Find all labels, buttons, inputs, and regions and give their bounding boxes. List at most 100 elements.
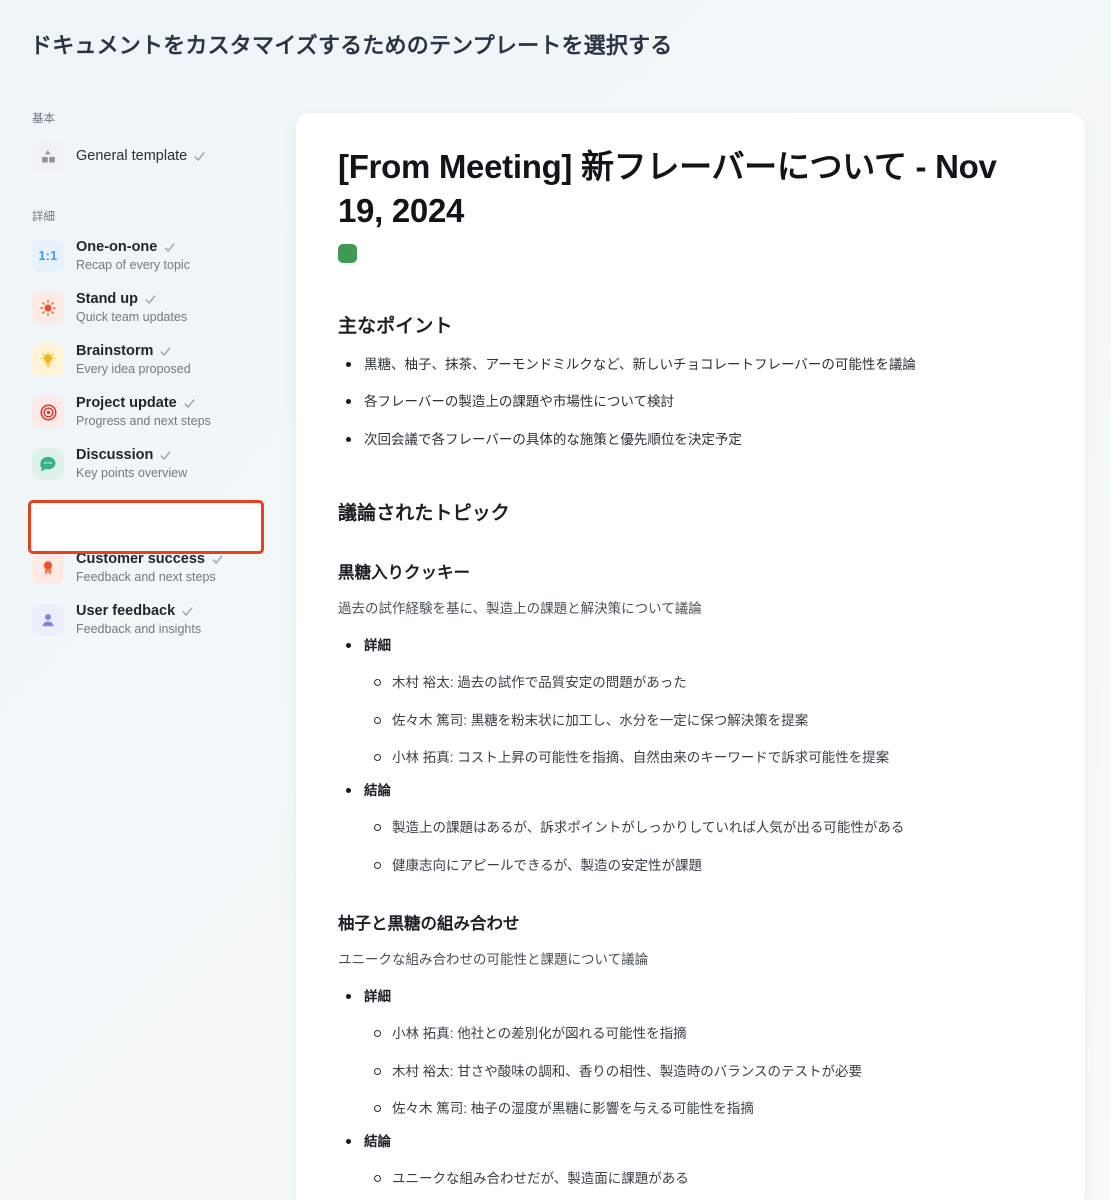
topic-item: 小林 拓真: コスト上昇の可能性を指摘、自然由来のキーワードで訴求可能性を提案 <box>364 748 1043 768</box>
topic-group-items: ユニークな組み合わせだが、製造面に課題がある <box>364 1169 1043 1189</box>
sidebar-item-title-row: Customer success <box>76 550 224 568</box>
topic-item: 佐々木 篤司: 柚子の湿度が黒糖に影響を与える可能性を指摘 <box>364 1099 1043 1119</box>
sidebar-group-label-basic: 基本 <box>32 113 55 125</box>
sidebar-item-text: Q & A Questions and answers <box>76 498 207 534</box>
topic-group-label: 詳細 <box>364 989 391 1005</box>
page-title: ドキュメントをカスタマイズするためのテンプレートを選択する <box>30 33 673 58</box>
sidebar-item-subtitle: Feedback and next steps <box>76 570 216 585</box>
check-icon <box>144 293 157 306</box>
sidebar-item-customer-success[interactable]: Customer success Feedback and next steps <box>0 542 286 594</box>
check-icon <box>159 449 172 462</box>
sidebar-item-title-row: Project update <box>76 394 211 412</box>
topic-group-items: 木村 裕太: 過去の試作で品質安定の問題があった 佐々木 篤司: 黒糖を粉末状に加… <box>364 673 1043 768</box>
sidebar-item-one-on-one[interactable]: 1:1 One-on-one Recap of every topic <box>0 230 286 282</box>
sidebar-detail-list: 1:1 One-on-one Recap of every topic Stand u… <box>0 230 296 646</box>
topic-item: 健康志向にアピールできるが、製造の安定性が課題 <box>364 856 1043 876</box>
sidebar-item-label: General template <box>76 147 188 164</box>
sidebar-item-label: User feedback <box>76 603 176 619</box>
topic-group-label: 詳細 <box>364 638 391 654</box>
key-point-text: 黒糖、柚子、抹茶、アーモンドミルクなど、新しいチョコレートフレーバーの可能性を議… <box>364 357 916 373</box>
sidebar-item-text: One-on-one Recap of every topic <box>76 238 190 274</box>
check-icon <box>211 553 224 566</box>
topic-item: 木村 裕太: 過去の試作で品質安定の問題があった <box>364 673 1043 693</box>
sidebar-item-text: Project update Progress and next steps <box>76 394 211 430</box>
check-icon <box>193 150 206 163</box>
topic-item: ユニークな組み合わせだが、製造面に課題がある <box>364 1169 1043 1189</box>
sidebar-basic-list: General template <box>0 132 296 180</box>
topic-lead: ユニークな組み合わせの可能性と課題について議論 <box>338 951 649 967</box>
sidebar-item-label: One-on-one <box>76 239 158 255</box>
document-status-badge <box>338 244 357 264</box>
document-preview-card: [From Meeting] 新フレーバーについて - Nov 19, 2024… <box>296 113 1085 1200</box>
sidebar-group-label-detail: 詳細 <box>32 211 55 223</box>
key-point-bullet: 黒糖、柚子、抹茶、アーモンドミルクなど、新しいチョコレートフレーバーの可能性を議… <box>338 355 1043 375</box>
sidebar-item-subtitle: Every idea proposed <box>76 362 191 377</box>
check-icon <box>163 241 176 254</box>
sidebar-item-project-update[interactable]: Project update Progress and next steps <box>0 386 286 438</box>
target-icon <box>32 396 64 428</box>
topic-group: 詳細木村 裕太: 過去の試作で品質安定の問題があった 佐々木 篤司: 黒糖を粉末状… <box>338 636 1043 768</box>
sidebar-item-subtitle: Feedback and insights <box>76 622 202 637</box>
sidebar-item-title-row: Q & A <box>76 498 207 516</box>
sidebar-item-title-row: Discussion <box>76 446 187 464</box>
topic-group-label: 結論 <box>364 1134 391 1150</box>
sidebar-item-label: Discussion <box>76 447 154 463</box>
key-points-list: 黒糖、柚子、抹茶、アーモンドミルクなど、新しいチョコレートフレーバーの可能性を議… <box>338 355 1043 450</box>
sidebar-item-text: Brainstorm Every idea proposed <box>76 342 191 378</box>
sidebar-item-title-row: General template <box>76 147 206 165</box>
sidebar-item-subtitle: Questions and answers <box>76 518 207 533</box>
chat-bubble-icon <box>32 448 64 480</box>
sidebar-item-brainstorm[interactable]: Brainstorm Every idea proposed <box>0 334 286 386</box>
sidebar-item-label: Customer success <box>76 551 205 567</box>
check-icon <box>159 345 172 358</box>
sidebar-item-title-row: Brainstorm <box>76 342 191 360</box>
sidebar-item-discussion[interactable]: Discussion Key points overview <box>0 438 286 490</box>
topic-title: 柚子と黒糖の組み合わせ <box>338 914 520 933</box>
topic-group: 結論製造上の課題はあるが、訴求ポイントがしっかりしていれば人気が出る可能性がある… <box>338 781 1043 876</box>
shapes-icon <box>32 140 64 172</box>
key-point-bullet: 次回会議で各フレーバーの具体的な施策と優先順位を決定予定 <box>338 430 1043 450</box>
sidebar-item-label: Q & A <box>76 499 116 515</box>
sidebar-item-title-row: Stand up <box>76 290 187 308</box>
topic-group-items: 製造上の課題はあるが、訴求ポイントがしっかりしていれば人気が出る可能性がある 健康… <box>364 818 1043 876</box>
sidebar-item-stand-up[interactable]: Stand up Quick team updates <box>0 282 286 334</box>
sidebar-item-general-template[interactable]: General template <box>0 132 286 180</box>
section-heading-topics: 議論されたトピック <box>338 502 510 524</box>
topic-item: 製造上の課題はあるが、訴求ポイントがしっかりしていれば人気が出る可能性がある <box>364 818 1043 838</box>
one-on-one-icon: 1:1 <box>32 240 64 272</box>
topic-item: 小林 拓真: 他社との差別化が図れる可能性を指摘 <box>364 1024 1043 1044</box>
user-person-icon <box>32 604 64 636</box>
check-icon <box>183 397 196 410</box>
sidebar-item-q-a[interactable]: ? Q & A Questions and answers <box>0 490 286 542</box>
topic-group-label: 結論 <box>364 783 391 799</box>
topic-group-list: 詳細小林 拓真: 他社との差別化が図れる可能性を指摘 木村 裕太: 甘さや酸味の調… <box>338 987 1043 1190</box>
sidebar-item-subtitle: Key points overview <box>76 466 188 481</box>
lightbulb-icon <box>32 344 64 376</box>
topic-title: 黒糖入りクッキー <box>338 563 470 582</box>
question-mark-icon: ? <box>32 500 64 532</box>
sidebar-item-text: Stand up Quick team updates <box>76 290 187 326</box>
topic-item: 佐々木 篤司: 黒糖を粉末状に加工し、水分を一定に保つ解決策を提案 <box>364 711 1043 731</box>
topic-group: 結論ユニークな組み合わせだが、製造面に課題がある <box>338 1132 1043 1190</box>
check-icon <box>181 605 194 618</box>
sidebar-item-subtitle: Quick team updates <box>76 310 188 325</box>
sidebar-item-subtitle: Recap of every topic <box>76 258 190 273</box>
sidebar-item-text: Discussion Key points overview <box>76 446 187 482</box>
section-heading-key-points: 主なポイント <box>338 316 453 338</box>
topic-group: 詳細小林 拓真: 他社との差別化が図れる可能性を指摘 木村 裕太: 甘さや酸味の調… <box>338 987 1043 1119</box>
key-point-bullet: 各フレーバーの製造上の課題や市場性について検討 <box>338 392 1043 412</box>
sidebar-item-text: User feedback Feedback and insights <box>76 602 201 638</box>
document-title: [From Meeting] 新フレーバーについて - Nov 19, 2024 <box>338 148 997 229</box>
award-ribbon-icon <box>32 552 64 584</box>
topic-group-items: 小林 拓真: 他社との差別化が図れる可能性を指摘 木村 裕太: 甘さや酸味の調和、… <box>364 1024 1043 1119</box>
topics-container: 黒糖入りクッキー 過去の試作経験を基に、製造上の課題と解決策について議論 詳細 木村 … <box>338 559 1043 1190</box>
topic-item: 木村 裕太: 甘さや酸味の調和、香りの相性、製造時のバランスのテストが必要 <box>364 1062 1043 1082</box>
check-icon <box>122 501 135 514</box>
sidebar-item-subtitle: Progress and next steps <box>76 414 211 429</box>
sidebar-item-user-feedback[interactable]: User feedback Feedback and insights <box>0 594 286 646</box>
sidebar-item-text: Customer success Feedback and next steps <box>76 550 224 586</box>
sidebar-item-label: Brainstorm <box>76 343 154 359</box>
sidebar-item-text: General template <box>76 147 206 165</box>
topic-lead: 過去の試作経験を基に、製造上の課題と解決策について議論 <box>338 600 702 616</box>
sun-icon <box>32 292 64 324</box>
